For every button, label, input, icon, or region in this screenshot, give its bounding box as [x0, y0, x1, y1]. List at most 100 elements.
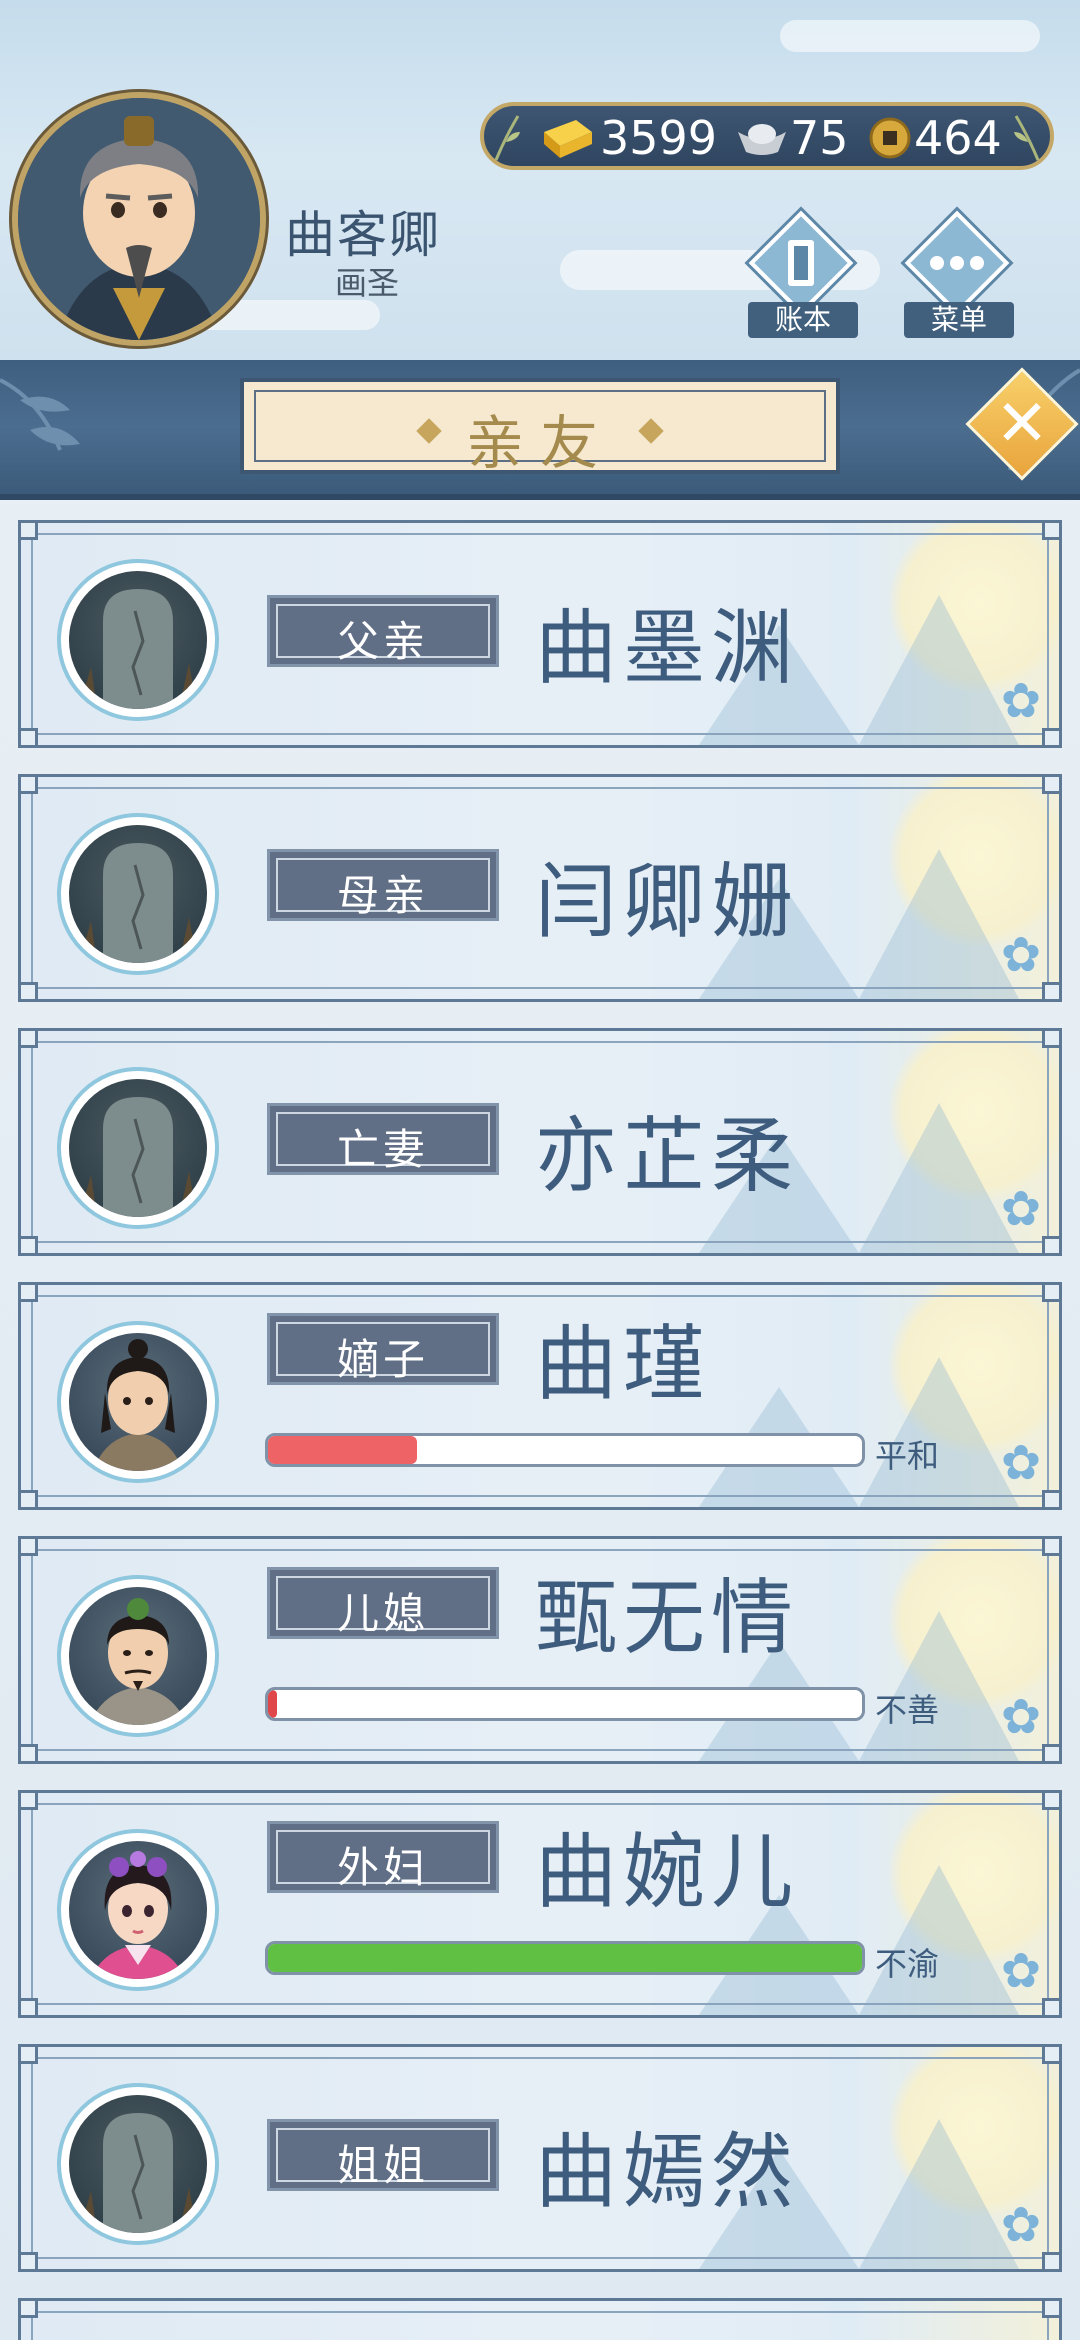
gold-value: 3599 — [600, 111, 718, 165]
member-card[interactable]: 母亲 闫卿姗 ✿ — [18, 774, 1062, 1002]
member-name: 甄无情 — [535, 1571, 800, 1666]
relation-label: 外妇 — [336, 1843, 429, 1892]
card-corner — [21, 1744, 38, 1761]
card-corner — [21, 2047, 38, 2064]
bearded-man-portrait-icon — [89, 1598, 187, 1725]
member-card[interactable]: 外妇 曲婉儿 不渝 ✿ — [18, 1790, 1062, 2018]
mood-bar — [265, 1433, 865, 1467]
member-card[interactable]: 嫡子 曲瑾 平和 ✿ — [18, 1282, 1062, 1510]
member-name: 曲瑾 — [535, 1317, 712, 1412]
card-corner — [1042, 1539, 1059, 1556]
member-name: 闫卿姗 — [535, 855, 800, 950]
member-portrait[interactable] — [57, 1067, 219, 1229]
relation-label: 父亲 — [336, 617, 429, 666]
card-inner-border — [31, 2311, 1049, 2340]
member-portrait[interactable] — [57, 1321, 219, 1483]
plum-flower-icon: ✿ — [1000, 673, 1042, 729]
title-plate: 亲友 — [240, 378, 840, 477]
card-corner — [21, 1285, 38, 1302]
plum-flower-icon: ✿ — [1000, 1689, 1042, 1745]
silver-value: 75 — [790, 111, 849, 165]
card-corner — [1042, 728, 1059, 745]
card-corner — [1042, 1744, 1059, 1761]
card-corner — [1042, 982, 1059, 999]
card-corner — [21, 728, 38, 745]
member-portrait[interactable] — [57, 559, 219, 721]
member-card[interactable]: 儿媳 甄无情 不善 ✿ — [18, 1536, 1062, 1764]
relation-label: 亡妻 — [336, 1125, 429, 1174]
member-card[interactable]: 亡妻 亦芷柔 ✿ — [18, 1028, 1062, 1256]
silver-counter: 75 — [734, 111, 849, 165]
relation-label: 嫡子 — [336, 1335, 429, 1384]
member-portrait[interactable] — [57, 2083, 219, 2245]
card-corner — [21, 1793, 38, 1810]
card-corner — [1042, 777, 1059, 794]
close-button[interactable]: ✕ — [965, 367, 1079, 481]
mood-bar — [265, 1687, 865, 1721]
card-corner — [1042, 2047, 1059, 2064]
title-bar: 亲友 ✕ — [0, 360, 1080, 500]
card-corner — [1042, 2301, 1059, 2318]
card-corner — [1042, 1998, 1059, 2015]
relation-tag: 外妇 — [267, 1821, 499, 1893]
mood-label: 不渝 — [875, 1945, 940, 1983]
relation-tag: 姐姐 — [267, 2119, 499, 2191]
copper-coin-icon — [869, 117, 911, 159]
card-corner — [1042, 1236, 1059, 1253]
mood-bar-fill — [268, 1690, 277, 1718]
member-portrait[interactable] — [57, 1829, 219, 1991]
tombstone-icon — [79, 1097, 197, 1217]
player-avatar[interactable] — [12, 92, 266, 346]
card-corner — [1042, 1490, 1059, 1507]
mood-label: 平和 — [875, 1437, 940, 1475]
bamboo-leaf-icon — [494, 115, 520, 161]
relation-tag: 父亲 — [267, 595, 499, 667]
cloud-decoration — [780, 20, 1040, 52]
relation-label: 姐姐 — [336, 2141, 429, 2190]
portrait-background — [69, 1333, 207, 1471]
relation-tag: 儿媳 — [267, 1567, 499, 1639]
player-name: 曲客卿 — [285, 206, 441, 264]
member-name: 曲嫣然 — [535, 2125, 800, 2220]
top-header: 曲客卿 画圣 3599 75 464 账本 菜单 — [0, 0, 1080, 360]
plum-flower-icon: ✿ — [1000, 2197, 1042, 2253]
member-name: 亦芷柔 — [535, 1109, 800, 1204]
relation-tag: 母亲 — [267, 849, 499, 921]
card-corner — [1042, 1031, 1059, 1048]
coin-counter: 464 — [868, 111, 1002, 165]
card-corner — [21, 523, 38, 540]
portrait-background — [69, 571, 207, 709]
card-corner — [21, 1539, 38, 1556]
card-corner — [21, 1998, 38, 2015]
player-title: 画圣 — [335, 264, 400, 302]
card-corner — [21, 2252, 38, 2269]
page-title: 亲友 — [465, 409, 614, 477]
card-corner — [1042, 1285, 1059, 1302]
member-card[interactable]: 姐姐 曲嫣然 ✿ — [18, 2044, 1062, 2272]
card-corner — [21, 1031, 38, 1048]
ledger-button[interactable]: 账本 — [748, 210, 858, 338]
gold-counter: 3599 — [534, 111, 718, 165]
more-dots-icon — [930, 256, 984, 270]
portrait-background — [69, 1841, 207, 1979]
member-portrait[interactable] — [57, 813, 219, 975]
coin-value: 464 — [914, 111, 1002, 165]
young-woman-portrait-icon — [91, 1851, 185, 1979]
member-card[interactable]: 父亲 曲墨渊 ✿ — [18, 520, 1062, 748]
gold-bar-icon — [544, 120, 592, 158]
card-corner — [21, 1236, 38, 1253]
relation-tag: 亡妻 — [267, 1103, 499, 1175]
member-card[interactable] — [18, 2298, 1062, 2340]
young-man-portrait-icon — [93, 1339, 183, 1471]
plum-flower-icon: ✿ — [1000, 1435, 1042, 1491]
mood-bar-fill — [268, 1436, 417, 1464]
member-portrait[interactable] — [57, 1575, 219, 1737]
elder-portrait-icon — [18, 98, 260, 340]
plum-flower-icon: ✿ — [1000, 1943, 1042, 1999]
family-list[interactable]: 父亲 曲墨渊 ✿ 母亲 闫卿姗 ✿ 亡妻 亦芷柔 ✿ 嫡子 曲瑾 平和 ✿ 儿媳… — [0, 506, 1080, 2340]
menu-button[interactable]: 菜单 — [904, 210, 1014, 338]
portrait-background — [69, 2095, 207, 2233]
portrait-background — [69, 1079, 207, 1217]
currency-bar: 3599 75 464 — [480, 102, 1054, 170]
close-icon: ✕ — [995, 387, 1049, 461]
